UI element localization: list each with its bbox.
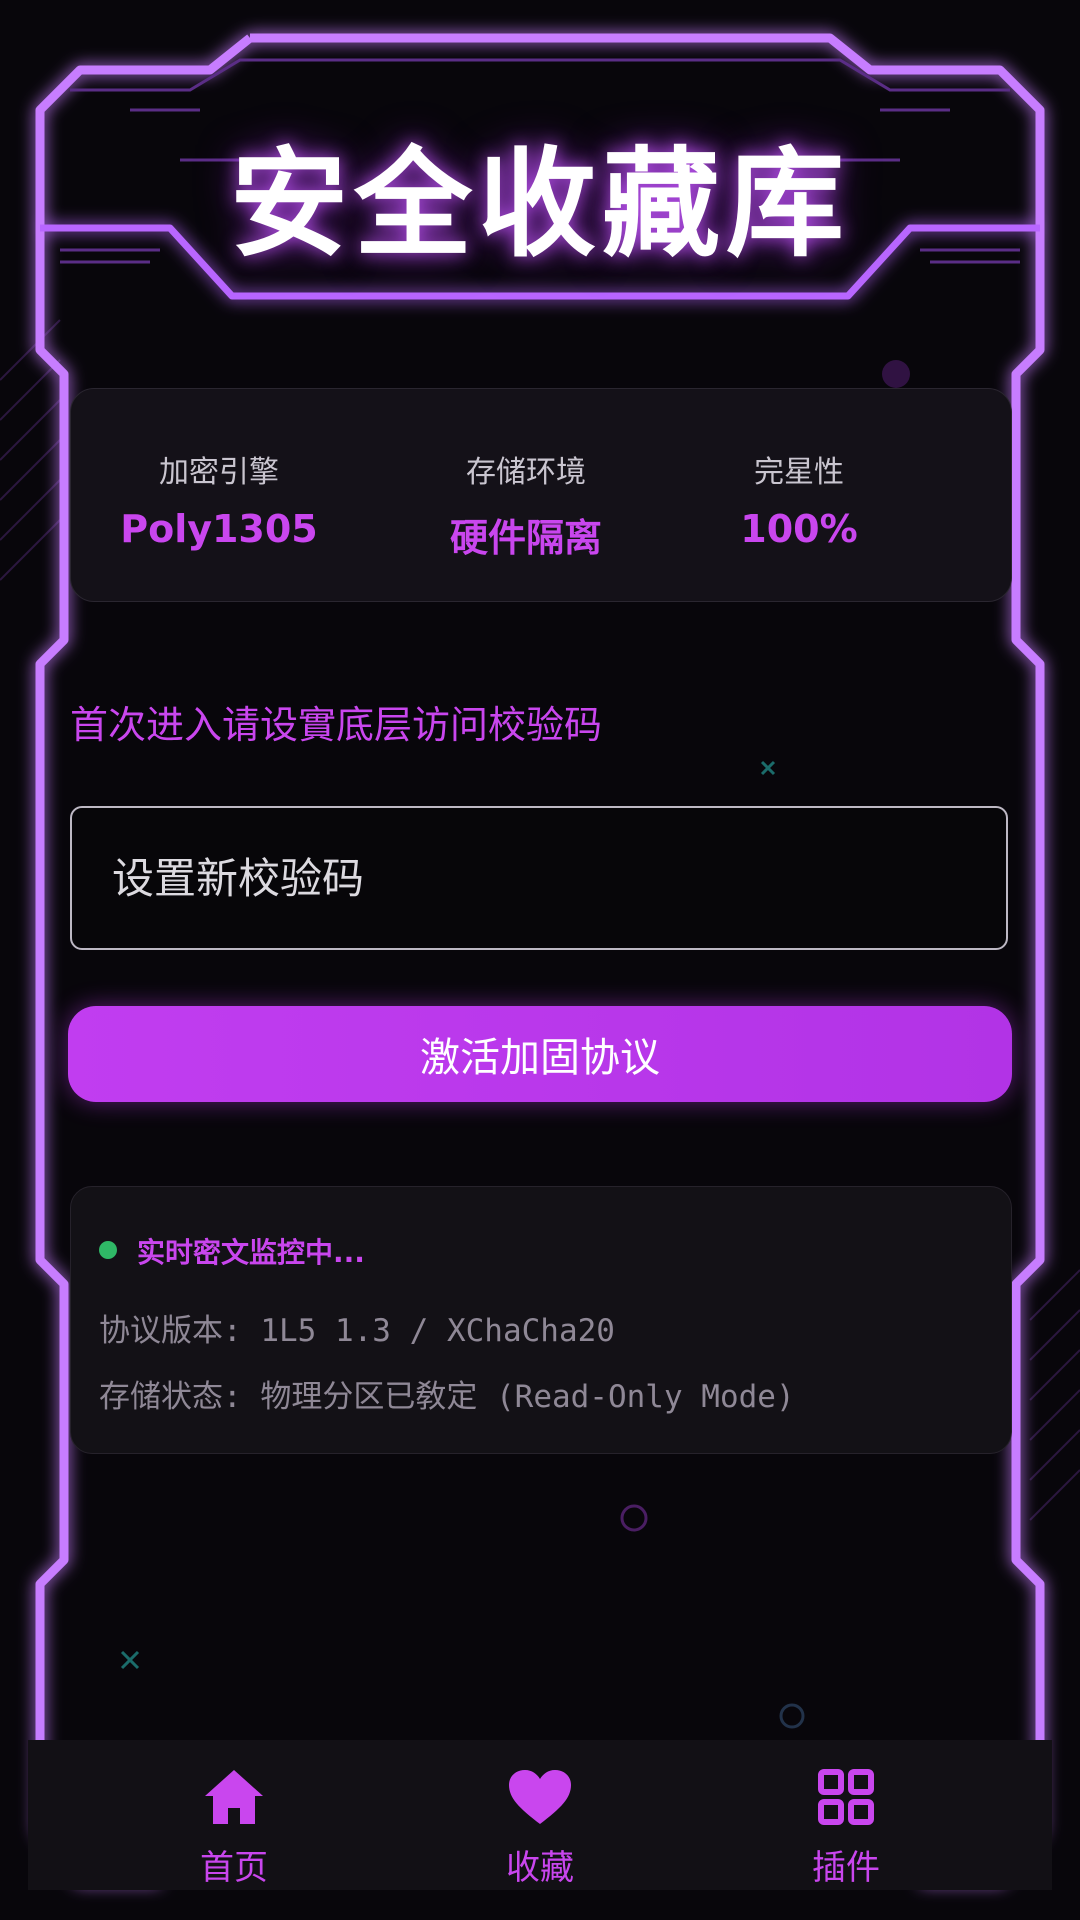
setup-prompt: 首次进入请设實底层访问校验码 xyxy=(70,703,603,747)
stat-storage-environment: 存储环境 硬件隔离 xyxy=(376,447,676,562)
monitor-status: 实时密文监控中... xyxy=(137,1236,365,1269)
nav-item-favorites[interactable]: 收藏 xyxy=(450,1768,630,1889)
stat-integrity: 完星性 100% xyxy=(649,447,949,551)
nav-item-home[interactable]: 首页 xyxy=(144,1768,324,1889)
security-stats-card: 加密引擎 Poly1305 存储环境 硬件隔离 完星性 100% xyxy=(70,388,1012,602)
monitor-card: 实时密文监控中... 协议版本: 1L5 1.3 / XChaCha20 存储状… xyxy=(70,1186,1012,1454)
stat-value: 硬件隔离 xyxy=(449,516,602,560)
nav-item-plugins[interactable]: 插件 xyxy=(756,1768,936,1889)
page-title: 安全收藏库 xyxy=(229,135,850,273)
nav-label-home: 首页 xyxy=(200,1848,268,1888)
heart-icon xyxy=(509,1770,571,1824)
protocol-version-line: 协议版本: 1L5 1.3 / XChaCha20 xyxy=(99,1313,615,1349)
activate-protocol-button[interactable]: 激活加固协议 xyxy=(68,1006,1012,1102)
nav-label-plugins: 插件 xyxy=(812,1848,880,1888)
home-icon xyxy=(205,1770,263,1824)
status-dot-icon xyxy=(99,1241,117,1259)
stat-label: 完星性 xyxy=(754,455,844,490)
stat-label: 加密引擎 xyxy=(159,455,279,490)
stat-encryption-engine: 加密引擎 Poly1305 xyxy=(69,447,369,551)
bottom-nav: 首页 收藏 插件 xyxy=(28,1740,1052,1890)
verification-code-input[interactable] xyxy=(110,852,954,904)
grid-icon xyxy=(818,1769,874,1825)
stat-value: 100% xyxy=(740,507,858,551)
background-pattern xyxy=(0,319,1080,1729)
nav-label-favorites: 收藏 xyxy=(506,1848,574,1888)
stat-value: Poly1305 xyxy=(120,507,318,551)
storage-status-line: 存储状态: 物理分区已敎定 (Read-Only Mode) xyxy=(99,1379,795,1415)
verification-code-field[interactable] xyxy=(70,806,1008,950)
stat-label: 存储环境 xyxy=(466,455,586,490)
